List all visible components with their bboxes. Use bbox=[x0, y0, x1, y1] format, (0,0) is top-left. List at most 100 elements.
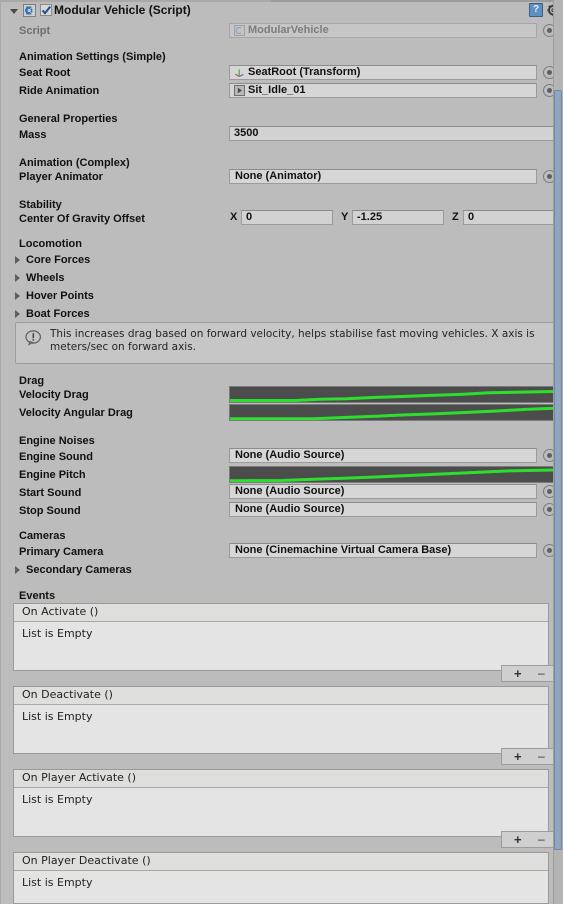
curve-polyline bbox=[230, 392, 554, 401]
ride-animation-row: Ride Animation Sit_Idle_01 bbox=[1, 82, 563, 100]
seat-root-row: Seat Root SeatRoot (Transform) bbox=[1, 64, 563, 82]
primary-camera-row: Primary Camera None (Cinemachine Virtual… bbox=[1, 543, 563, 561]
stop-sound-field[interactable]: None (Audio Source) bbox=[229, 502, 537, 517]
engine-pitch-curve[interactable] bbox=[229, 466, 555, 483]
script-field-value: ModularVehicle bbox=[248, 24, 329, 36]
mass-row: Mass 3500 bbox=[1, 126, 563, 144]
start-sound-label: Start Sound bbox=[19, 487, 82, 499]
foldout-secondary-cameras-label: Secondary Cameras bbox=[26, 564, 132, 576]
engine-sound-field[interactable]: None (Audio Source) bbox=[229, 448, 537, 463]
seat-root-value: SeatRoot (Transform) bbox=[248, 66, 361, 78]
transform-axis-icon bbox=[234, 67, 245, 78]
event-block-on-player-deactivate: On Player Deactivate () List is Empty bbox=[13, 852, 549, 904]
stop-sound-label: Stop Sound bbox=[19, 505, 81, 517]
cog-y-label: Y bbox=[341, 211, 349, 223]
cog-x-label: X bbox=[230, 211, 238, 223]
player-animator-label: Player Animator bbox=[19, 171, 103, 183]
ride-animation-field[interactable]: Sit_Idle_01 bbox=[229, 83, 537, 98]
csharp-script-icon bbox=[234, 25, 245, 36]
event-empty-text: List is Empty bbox=[22, 627, 93, 640]
csharp-script-icon bbox=[23, 4, 36, 17]
engine-sound-row: Engine Sound None (Audio Source) bbox=[1, 448, 563, 466]
stop-sound-row: Stop Sound None (Audio Source) bbox=[1, 502, 563, 520]
vertical-scrollbar-track[interactable] bbox=[553, 0, 563, 904]
event-add-remove-bar-2: + – bbox=[501, 831, 557, 848]
curve-polyline bbox=[230, 408, 554, 419]
add-button[interactable]: + bbox=[514, 749, 522, 764]
vertical-scrollbar-thumb[interactable] bbox=[554, 90, 562, 850]
curve-polyline bbox=[230, 470, 554, 481]
start-sound-row: Start Sound None (Audio Source) bbox=[1, 484, 563, 502]
remove-button[interactable]: – bbox=[538, 749, 545, 764]
component-enabled-checkbox[interactable] bbox=[40, 4, 52, 16]
velocity-drag-label: Velocity Drag bbox=[19, 389, 89, 401]
player-animator-field[interactable]: None (Animator) bbox=[229, 169, 537, 184]
velocity-drag-curve[interactable] bbox=[229, 386, 555, 403]
add-button[interactable]: + bbox=[514, 832, 522, 847]
help-icon[interactable]: ? bbox=[529, 3, 543, 17]
engine-pitch-row: Engine Pitch bbox=[1, 466, 563, 484]
primary-camera-value: None (Cinemachine Virtual Camera Base) bbox=[235, 544, 452, 556]
event-title: On Deactivate () bbox=[14, 687, 548, 705]
engine-sound-label: Engine Sound bbox=[19, 451, 93, 463]
info-bubble-icon bbox=[25, 330, 42, 346]
chevron-right-icon[interactable] bbox=[15, 292, 20, 300]
velocity-angular-drag-label: Velocity Angular Drag bbox=[19, 407, 133, 419]
player-animator-row: Player Animator None (Animator) bbox=[1, 168, 563, 186]
cog-z-input[interactable]: 0 bbox=[463, 210, 555, 225]
component-foldout-triangle[interactable] bbox=[10, 9, 18, 14]
component-header[interactable]: Modular Vehicle (Script) ? bbox=[1, 2, 563, 20]
seat-root-label: Seat Root bbox=[19, 67, 71, 79]
cog-x-input[interactable]: 0 bbox=[241, 210, 333, 225]
foldout-boat-forces[interactable]: Boat Forces bbox=[1, 305, 563, 323]
event-add-remove-bar-0: + – bbox=[501, 665, 557, 682]
center-of-gravity-label: Center Of Gravity Offset bbox=[19, 213, 145, 225]
remove-button[interactable]: – bbox=[538, 666, 545, 681]
help-info-box: This increases drag based on forward vel… bbox=[15, 322, 555, 364]
event-add-remove-bar-1: + – bbox=[501, 748, 557, 765]
foldout-secondary-cameras[interactable]: Secondary Cameras bbox=[1, 561, 563, 579]
chevron-right-icon[interactable] bbox=[15, 310, 20, 318]
stop-sound-value: None (Audio Source) bbox=[235, 503, 345, 515]
start-sound-field[interactable]: None (Audio Source) bbox=[229, 484, 537, 499]
foldout-wheels[interactable]: Wheels bbox=[1, 269, 563, 287]
event-empty-text: List is Empty bbox=[22, 793, 93, 806]
event-title: On Activate () bbox=[14, 604, 548, 622]
velocity-angular-drag-curve[interactable] bbox=[229, 404, 555, 421]
event-block-on-player-activate: On Player Activate () List is Empty bbox=[13, 769, 549, 837]
velocity-angular-drag-row: Velocity Angular Drag bbox=[1, 404, 563, 422]
engine-sound-value: None (Audio Source) bbox=[235, 449, 345, 461]
player-animator-value: None (Animator) bbox=[235, 170, 322, 182]
foldout-hover-points[interactable]: Hover Points bbox=[1, 287, 563, 305]
chevron-right-icon[interactable] bbox=[15, 566, 20, 574]
inspector-panel: Modular Vehicle (Script) ? Script Modula… bbox=[0, 0, 563, 904]
component-title: Modular Vehicle (Script) bbox=[54, 3, 191, 17]
cog-z-label: Z bbox=[452, 211, 459, 223]
animation-clip-icon bbox=[234, 85, 245, 96]
script-label: Script bbox=[19, 25, 51, 37]
add-button[interactable]: + bbox=[514, 666, 522, 681]
foldout-boat-forces-label: Boat Forces bbox=[26, 308, 90, 320]
event-block-on-deactivate: On Deactivate () List is Empty bbox=[13, 686, 549, 754]
script-field: ModularVehicle bbox=[229, 23, 537, 38]
foldout-core-forces-label: Core Forces bbox=[26, 254, 91, 266]
event-empty-text: List is Empty bbox=[22, 876, 93, 889]
velocity-drag-row: Velocity Drag bbox=[1, 386, 563, 404]
chevron-right-icon[interactable] bbox=[15, 274, 20, 282]
event-block-on-activate: On Activate () List is Empty bbox=[13, 603, 549, 671]
event-title: On Player Activate () bbox=[14, 770, 548, 788]
mass-input[interactable]: 3500 bbox=[229, 126, 555, 141]
remove-button[interactable]: – bbox=[538, 832, 545, 847]
help-info-text: This increases drag based on forward vel… bbox=[50, 328, 535, 353]
chevron-right-icon[interactable] bbox=[15, 256, 20, 264]
script-row: Script ModularVehicle bbox=[1, 22, 563, 40]
primary-camera-field[interactable]: None (Cinemachine Virtual Camera Base) bbox=[229, 543, 537, 558]
primary-camera-label: Primary Camera bbox=[19, 546, 104, 558]
ride-animation-value: Sit_Idle_01 bbox=[248, 84, 306, 96]
ride-animation-label: Ride Animation bbox=[19, 85, 100, 97]
foldout-wheels-label: Wheels bbox=[26, 272, 65, 284]
cog-y-input[interactable]: -1.25 bbox=[352, 210, 444, 225]
seat-root-field[interactable]: SeatRoot (Transform) bbox=[229, 65, 537, 80]
foldout-core-forces[interactable]: Core Forces bbox=[1, 251, 563, 269]
event-title: On Player Deactivate () bbox=[14, 853, 548, 871]
